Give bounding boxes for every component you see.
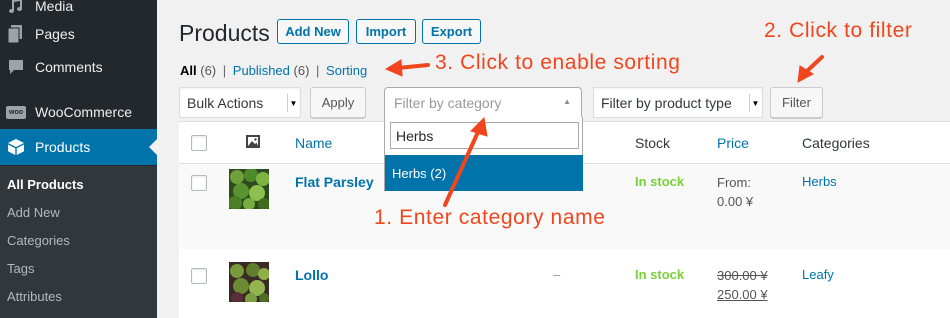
- media-icon: [5, 0, 27, 17]
- price-cell: From: 0.00 ¥: [717, 173, 753, 211]
- menu-label: Media: [35, 0, 74, 14]
- page-title: Products: [179, 20, 270, 46]
- separator: |: [316, 63, 320, 78]
- submenu-add-new[interactable]: Add New: [7, 205, 60, 220]
- price-value: 0.00 ¥: [717, 194, 754, 209]
- stock-status: In stock: [635, 267, 685, 282]
- filter-button[interactable]: Filter: [770, 87, 823, 118]
- submenu-all-products[interactable]: All Products: [7, 177, 84, 192]
- sorting-link[interactable]: Sorting: [326, 63, 367, 78]
- comments-icon: [5, 56, 27, 78]
- column-name[interactable]: Name: [295, 135, 332, 151]
- view-published-count: (6): [293, 63, 310, 78]
- category-filter-select[interactable]: Filter by category ▲: [384, 87, 582, 118]
- price-from-label: From:: [717, 175, 751, 190]
- woocommerce-icon: woo: [5, 101, 27, 123]
- view-published-link[interactable]: Published: [233, 63, 290, 78]
- price-cell: 300.00 ¥ 250.00 ¥: [717, 266, 768, 304]
- category-filter-placeholder: Filter by category: [394, 94, 502, 111]
- products-icon: [5, 136, 27, 158]
- apply-button[interactable]: Apply: [310, 87, 366, 118]
- menu-label: Pages: [35, 26, 75, 42]
- category-dropdown: Herbs Herbs (2): [384, 117, 583, 191]
- column-stock: Stock: [635, 135, 671, 151]
- sku-cell: –: [553, 267, 561, 282]
- category-option-herbs[interactable]: Herbs (2): [385, 155, 583, 191]
- menu-label: Products: [35, 139, 91, 155]
- product-thumbnail[interactable]: [228, 168, 270, 210]
- view-filters: All (6) | Published (6) | Sorting: [180, 63, 367, 78]
- menu-item-products[interactable]: Products: [0, 129, 157, 165]
- row-checkbox[interactable]: [191, 268, 207, 284]
- category-link[interactable]: Herbs: [802, 174, 837, 189]
- view-all-count: (6): [200, 63, 217, 78]
- view-all-label[interactable]: All: [180, 63, 197, 78]
- submenu-attributes[interactable]: Attributes: [7, 289, 62, 304]
- row-checkbox[interactable]: [191, 175, 207, 191]
- caret-down-icon: ▼: [287, 94, 299, 112]
- add-new-button[interactable]: Add New: [277, 19, 349, 44]
- menu-item-pages[interactable]: Pages: [0, 16, 157, 52]
- pages-icon: [5, 23, 27, 45]
- import-button[interactable]: Import: [356, 19, 416, 44]
- column-price[interactable]: Price: [717, 135, 749, 151]
- table-row: Lollo – In stock 300.00 ¥ 250.00 ¥ Leafy: [179, 249, 950, 318]
- export-button[interactable]: Export: [422, 19, 481, 44]
- menu-label: WooCommerce: [35, 104, 132, 120]
- product-name-link[interactable]: Lollo: [295, 267, 328, 283]
- product-type-select[interactable]: Filter by product type ▼: [593, 87, 763, 118]
- stock-status: In stock: [635, 174, 685, 189]
- submenu-tags[interactable]: Tags: [7, 261, 34, 276]
- product-thumbnail[interactable]: [229, 262, 270, 305]
- menu-label: Comments: [35, 59, 103, 75]
- price-old: 300.00 ¥: [717, 268, 768, 283]
- admin-sidebar: Media Pages Comments woo WooCommerce Pro…: [0, 0, 157, 318]
- price-sale: 250.00 ¥: [717, 287, 768, 302]
- product-name-link[interactable]: Flat Parsley: [295, 174, 374, 190]
- products-submenu: All Products Add New Categories Tags Att…: [0, 166, 157, 318]
- menu-item-woocommerce[interactable]: woo WooCommerce: [0, 94, 157, 130]
- separator: |: [222, 63, 227, 78]
- image-column-icon: [246, 135, 260, 151]
- annotation-enable-sorting: 3. Click to enable sorting: [435, 51, 681, 74]
- category-search-input[interactable]: Herbs: [390, 122, 579, 149]
- annotation-enter-category: 1. Enter category name: [374, 206, 606, 229]
- bulk-actions-value: Bulk Actions: [187, 94, 264, 111]
- annotation-click-to-filter: 2. Click to filter: [764, 19, 913, 42]
- product-type-value: Filter by product type: [601, 94, 732, 111]
- caret-up-icon: ▲: [563, 97, 571, 106]
- category-link[interactable]: Leafy: [802, 267, 834, 282]
- current-menu-arrow: [149, 139, 157, 155]
- main-content: Products Add New Import Export All (6) |…: [157, 0, 950, 318]
- submenu-categories[interactable]: Categories: [7, 233, 70, 248]
- caret-down-icon: ▼: [749, 94, 761, 112]
- column-categories: Categories: [802, 135, 870, 151]
- bulk-actions-select[interactable]: Bulk Actions ▼: [179, 87, 301, 118]
- select-all-checkbox[interactable]: [191, 135, 207, 151]
- menu-item-comments[interactable]: Comments: [0, 49, 157, 85]
